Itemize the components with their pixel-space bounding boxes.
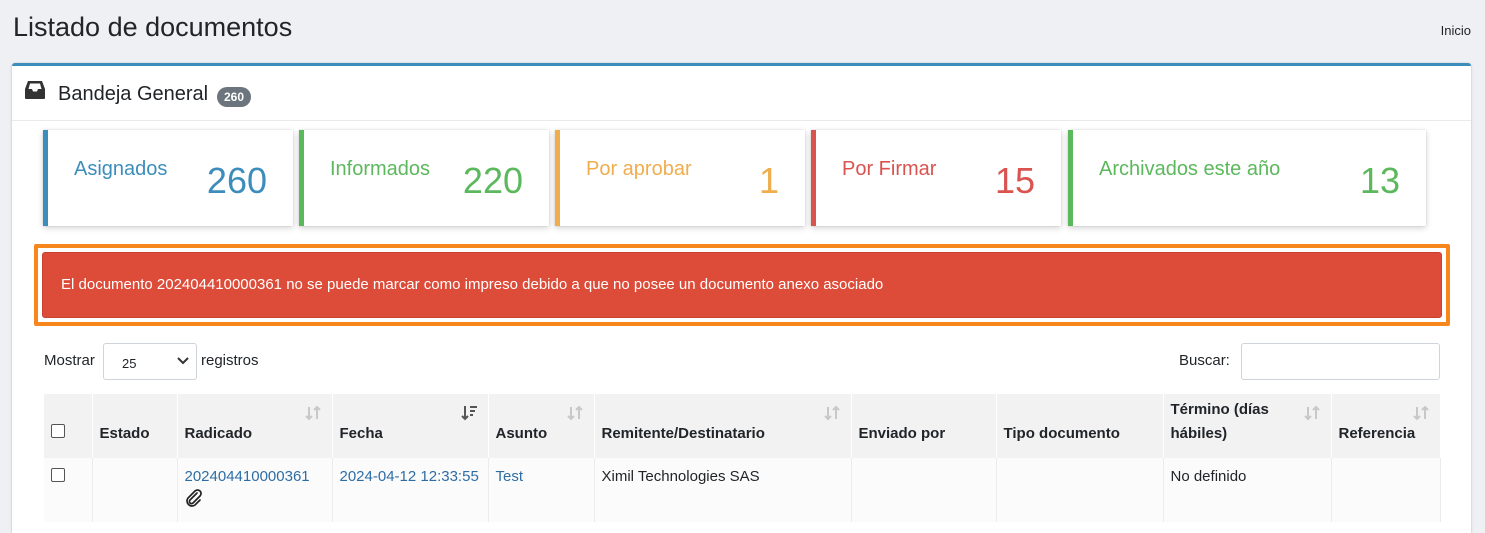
stats-row: Asignados 260 Informados 220 Por aprobar… <box>43 130 1443 226</box>
sort-desc-icon <box>460 406 477 421</box>
column-header-tipo-documento: Tipo documento <box>996 394 1164 458</box>
asunto-link[interactable]: Test <box>496 468 524 485</box>
stat-label: Informados <box>330 158 431 180</box>
inbox-icon <box>25 81 45 99</box>
show-label: Mostrar <box>44 352 95 369</box>
chevron-down-icon <box>177 357 189 365</box>
stat-informados[interactable]: Informados 220 <box>299 130 549 226</box>
count-badge: 260 <box>217 87 252 107</box>
select-all-checkbox[interactable] <box>51 424 65 438</box>
stat-label: Asignados <box>74 158 168 180</box>
search-input[interactable] <box>1241 343 1440 380</box>
paperclip-icon[interactable] <box>185 489 203 507</box>
stat-label: Archivados este año <box>1099 158 1281 180</box>
inbox-card: Bandeja General 260 Asignados 260 Inform… <box>12 63 1471 533</box>
enviado-por-cell <box>851 458 997 522</box>
asunto-cell: Test <box>488 458 595 522</box>
referencia-cell <box>1331 458 1441 522</box>
column-header-estado: Estado <box>92 394 178 458</box>
stat-label: Por aprobar <box>586 158 692 180</box>
column-header-fecha[interactable]: Fecha <box>332 394 489 458</box>
fecha-cell: 2024-04-12 12:33:55 <box>332 458 489 522</box>
tipo-documento-cell <box>996 458 1164 522</box>
column-header-referencia[interactable]: Referencia <box>1331 394 1441 458</box>
table-header-row: Estado Radicado Fecha Asunto Remitente/D… <box>44 394 1441 458</box>
termino-cell: No definido <box>1163 458 1332 522</box>
table-row[interactable]: 202404410000361 2024-04-12 12:33:55 Test… <box>44 458 1441 522</box>
sort-icon <box>566 405 583 421</box>
stat-value: 15 <box>994 160 1035 201</box>
column-header-remitente[interactable]: Remitente/Destinatario <box>594 394 852 458</box>
stat-archivados[interactable]: Archivados este año 13 <box>1068 130 1426 226</box>
alert-highlight: El documento 202404410000361 no se puede… <box>34 244 1450 326</box>
stat-value: 260 <box>206 160 267 201</box>
breadcrumb-home[interactable]: Inicio <box>1441 23 1471 38</box>
stat-label: Por Firmar <box>842 158 937 180</box>
stat-asignados[interactable]: Asignados 260 <box>43 130 293 226</box>
stat-value: 13 <box>1359 160 1400 201</box>
page-title: Listado de documentos <box>13 12 293 42</box>
page-length-select[interactable]: 25 <box>103 343 197 380</box>
radicado-cell: 202404410000361 <box>177 458 333 522</box>
select-all-header <box>44 394 93 458</box>
row-checkbox[interactable] <box>51 468 65 482</box>
radicado-link[interactable]: 202404410000361 <box>185 468 310 485</box>
fecha-link[interactable]: 2024-04-12 12:33:55 <box>340 468 479 485</box>
stat-por-firmar[interactable]: Por Firmar 15 <box>811 130 1061 226</box>
sort-icon <box>1303 405 1320 421</box>
column-header-enviado-por: Enviado por <box>851 394 997 458</box>
estado-cell <box>92 458 178 522</box>
records-label: registros <box>201 352 259 369</box>
stat-value: 1 <box>758 160 779 201</box>
remitente-cell: Ximil Technologies SAS <box>594 458 852 522</box>
stat-por-aprobar[interactable]: Por aprobar 1 <box>555 130 805 226</box>
row-select-cell <box>44 458 93 522</box>
sort-icon <box>304 405 321 421</box>
column-header-asunto[interactable]: Asunto <box>488 394 595 458</box>
documents-table: Estado Radicado Fecha Asunto Remitente/D… <box>44 394 1441 522</box>
search-label: Buscar: <box>1179 352 1230 369</box>
card-header: Bandeja General 260 <box>12 66 1471 121</box>
sort-icon <box>1412 405 1429 421</box>
page-length-value: 25 <box>122 356 137 371</box>
sort-icon <box>823 405 840 421</box>
stat-value: 220 <box>462 160 523 201</box>
error-alert: El documento 202404410000361 no se puede… <box>42 252 1442 318</box>
column-header-radicado[interactable]: Radicado <box>177 394 333 458</box>
card-title: Bandeja General <box>58 83 209 105</box>
column-header-termino[interactable]: Término (días hábiles) <box>1163 394 1332 458</box>
